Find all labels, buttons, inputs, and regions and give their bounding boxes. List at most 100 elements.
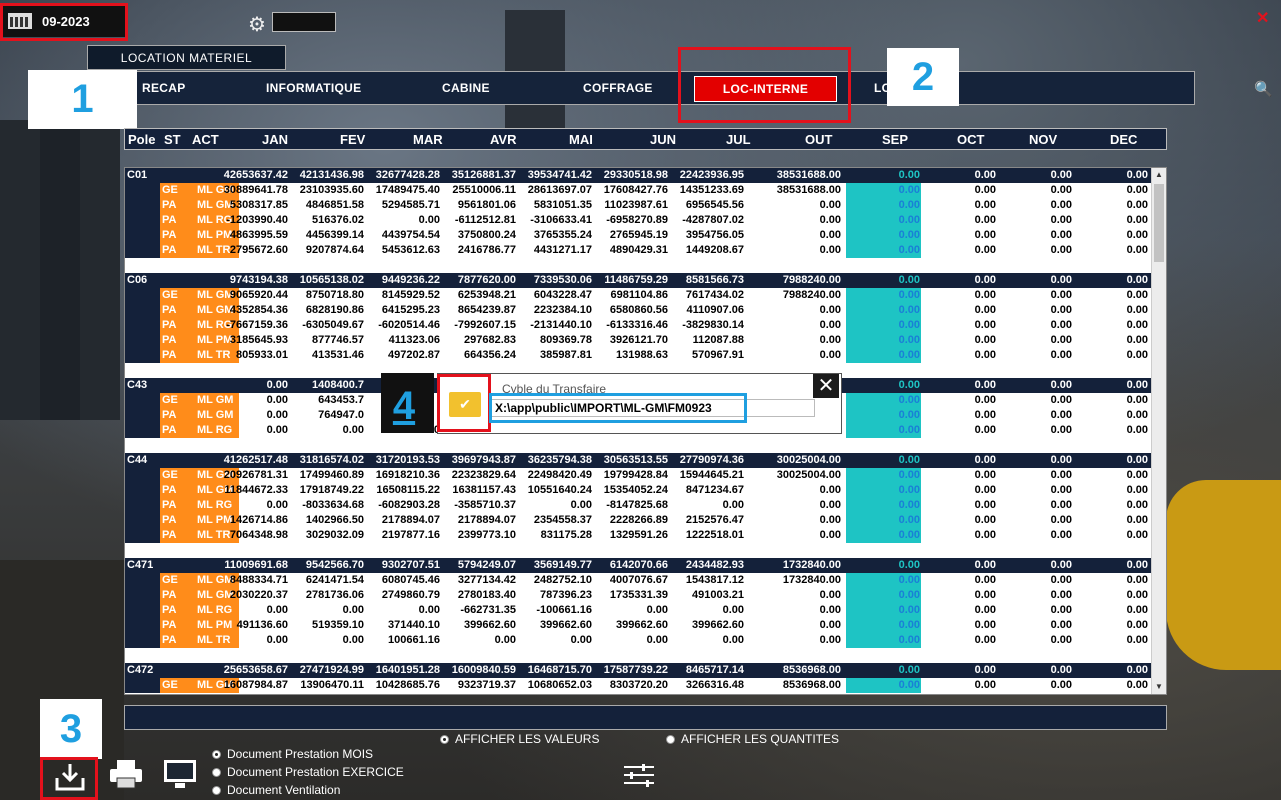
table-row[interactable]: PA ML GM 11844672.33 17918749.22 16508115.22…	[125, 483, 1151, 498]
cell-value: 38531688.00	[776, 184, 841, 196]
cell-value: 0.00	[266, 409, 288, 421]
table-row[interactable]: PA ML RG -7667159.36 -6305049.67 -6020514.46…	[125, 318, 1151, 333]
st-cell: PA	[160, 483, 181, 498]
scroll-thumb[interactable]	[1154, 184, 1164, 262]
table-row[interactable]: PA ML TR 2795672.60 9207874.64 5453612.63 241…	[125, 243, 1151, 258]
cell-value: 0.00	[266, 499, 288, 511]
radio-values[interactable]	[440, 734, 449, 744]
table-row[interactable]: GE ML GM 16087984.87 13906470.11 10428685.76…	[125, 678, 1151, 693]
table-row[interactable]: GE ML GM 9065920.44 8750718.80 8145929.52 625…	[125, 288, 1151, 303]
st-cell: GE	[160, 678, 181, 693]
gear-icon[interactable]: ⚙	[248, 12, 266, 37]
table-row[interactable]: GE ML GM 30889641.78 23103935.60 17489475.40…	[125, 183, 1151, 198]
st-cell: GE	[160, 393, 181, 408]
radio-doc-exercice[interactable]	[212, 767, 221, 777]
option-quantities[interactable]: AFFICHER LES QUANTITES	[666, 732, 839, 746]
cell-value: 497202.87	[388, 349, 440, 361]
cell-value: 0.00	[974, 229, 996, 241]
tab-cabine[interactable]: CABINE	[442, 72, 490, 104]
cell-value: 15354052.24	[603, 484, 668, 496]
cell-value: 0.00	[1126, 289, 1148, 301]
cell-value: 17489475.40	[375, 184, 440, 196]
cell-value: 10565138.02	[299, 274, 364, 286]
scroll-up-icon[interactable]: ▲	[1152, 168, 1166, 182]
doc-option-exercice[interactable]: Document Prestation EXERCICE	[212, 765, 404, 779]
cell-value: 3185645.93	[229, 334, 288, 346]
highlight-box-1	[0, 3, 128, 41]
table-row[interactable]: PA ML RG 0.00 -8033634.68 -6082903.28 -358571…	[125, 498, 1151, 513]
pole-total-row[interactable]: C472 25653658.67 27471924.99 16401951.28 160…	[125, 663, 1151, 678]
top-input[interactable]	[272, 12, 336, 32]
table-row[interactable]: PA ML TR 805933.01 413531.46 497202.87 664356…	[125, 348, 1151, 363]
monitor-icon[interactable]	[162, 758, 198, 790]
close-icon[interactable]: ✕	[1256, 8, 1269, 28]
column-header-cell: ACT	[192, 132, 219, 147]
table-row[interactable]: GE ML GM 8488334.71 6241471.54 6080745.46 327…	[125, 573, 1151, 588]
doc-option-ventilation[interactable]: Document Ventilation	[212, 783, 340, 797]
pole-total-row[interactable]: C01 42653637.42 42131436.98 32677428.28 3512…	[125, 168, 1151, 183]
pole-total-row[interactable]: C06 9743194.38 10565138.02 9449236.22 787762…	[125, 273, 1151, 288]
table-row[interactable]: PA ML RG 0.00 0.00 0.00 -662731.35 -100661.16 0…	[125, 603, 1151, 618]
vertical-scrollbar[interactable]: ▲ ▼	[1151, 168, 1166, 694]
cell-value: 0.00	[722, 499, 744, 511]
cell-value: 2197877.16	[381, 529, 440, 541]
cell-value: 0.00	[342, 634, 364, 646]
cell-value: 3926121.70	[609, 334, 668, 346]
table-row[interactable]: PA ML PM 1426714.86 1402966.50 2178894.07 217…	[125, 513, 1151, 528]
cell-value: 0.00	[1050, 334, 1072, 346]
cell-value: 5831051.35	[533, 199, 592, 211]
radio-quantities[interactable]	[666, 734, 675, 744]
cell-value: 0.00	[1050, 604, 1072, 616]
cell-value: 100661.16	[388, 634, 440, 646]
doc-option-mois[interactable]: Document Prestation MOIS	[212, 747, 373, 761]
radio-doc-ventilation[interactable]	[212, 785, 221, 795]
cell-value: 0.00	[898, 169, 920, 181]
cell-value: 0.00	[819, 319, 841, 331]
act-cell: ML GM	[181, 393, 239, 408]
cell-value: 0.00	[974, 634, 996, 646]
cell-value: 877746.57	[312, 334, 364, 346]
table-row[interactable]: PA ML GM 4352854.36 6828190.86 6415295.23 865…	[125, 303, 1151, 318]
cell-value: 0.00	[266, 394, 288, 406]
cell-value: 0.00	[898, 349, 920, 361]
table-row[interactable]: PA ML TR 0.00 0.00 100661.16 0.00 0.00 0.00 0.00…	[125, 633, 1151, 648]
table-row[interactable]: PA ML GM 5308317.85 4846851.58 5294585.71 956…	[125, 198, 1151, 213]
cell-value: 0.00	[898, 334, 920, 346]
cell-value: 0.00	[1126, 589, 1148, 601]
table-row[interactable]: GE ML GM 20926781.31 17499460.89 16918210.36…	[125, 468, 1151, 483]
st-cell: PA	[160, 618, 181, 633]
cell-value: 1732840.00	[782, 574, 841, 586]
table-row[interactable]: PA ML RG -1203990.40 516376.02 0.00 -6112512.…	[125, 213, 1151, 228]
cell-value: 7988240.00	[782, 289, 841, 301]
table-row[interactable]: PA ML PM 491136.60 519359.10 371440.10 399662…	[125, 618, 1151, 633]
table-row[interactable]: PA ML GM 2030220.37 2781736.06 2749860.79 278…	[125, 588, 1151, 603]
tab-recap[interactable]: RECAP	[142, 72, 186, 104]
tab-coffrage[interactable]: COFFRAGE	[583, 72, 653, 104]
cell-value: 25653658.67	[223, 664, 288, 676]
tab-informatique[interactable]: INFORMATIQUE	[266, 72, 361, 104]
cell-value: 0.00	[898, 424, 920, 436]
row-band	[125, 483, 160, 498]
cell-value: -8033634.68	[302, 499, 364, 511]
pole-total-row[interactable]: C471 11009691.68 9542566.70 9302707.51 57942…	[125, 558, 1151, 573]
highlight-box-2	[678, 47, 851, 123]
scroll-down-icon[interactable]: ▼	[1152, 680, 1166, 694]
printer-icon[interactable]	[108, 758, 144, 790]
cell-value: 2232384.10	[533, 304, 592, 316]
pole-total-row[interactable]: C44 41262517.48 31816574.02 31720193.53 3969…	[125, 453, 1151, 468]
cell-value: 0.00	[1050, 349, 1072, 361]
dialog-close-icon[interactable]: ✕	[813, 374, 839, 398]
cell-value: 8145929.52	[381, 289, 440, 301]
option-values[interactable]: AFFICHER LES VALEURS	[440, 732, 599, 746]
table-row[interactable]: PA ML PM 3185645.93 877746.57 411323.06 29768…	[125, 333, 1151, 348]
cell-value: -3585710.37	[454, 499, 516, 511]
radio-doc-mois[interactable]	[212, 749, 221, 759]
table-row[interactable]: PA ML PM 4863995.59 4456399.14 4439754.54 375…	[125, 228, 1151, 243]
search-icon[interactable]: 🔍	[1254, 80, 1273, 98]
cell-value: 0.00	[1050, 574, 1072, 586]
settings-sliders-icon[interactable]	[622, 763, 656, 787]
row-band	[125, 213, 160, 228]
table-row[interactable]: PA ML TR 7064348.98 3029032.09 2197877.16 239…	[125, 528, 1151, 543]
cell-value: 38531688.00	[776, 169, 841, 181]
cell-value: 23103935.60	[299, 184, 364, 196]
